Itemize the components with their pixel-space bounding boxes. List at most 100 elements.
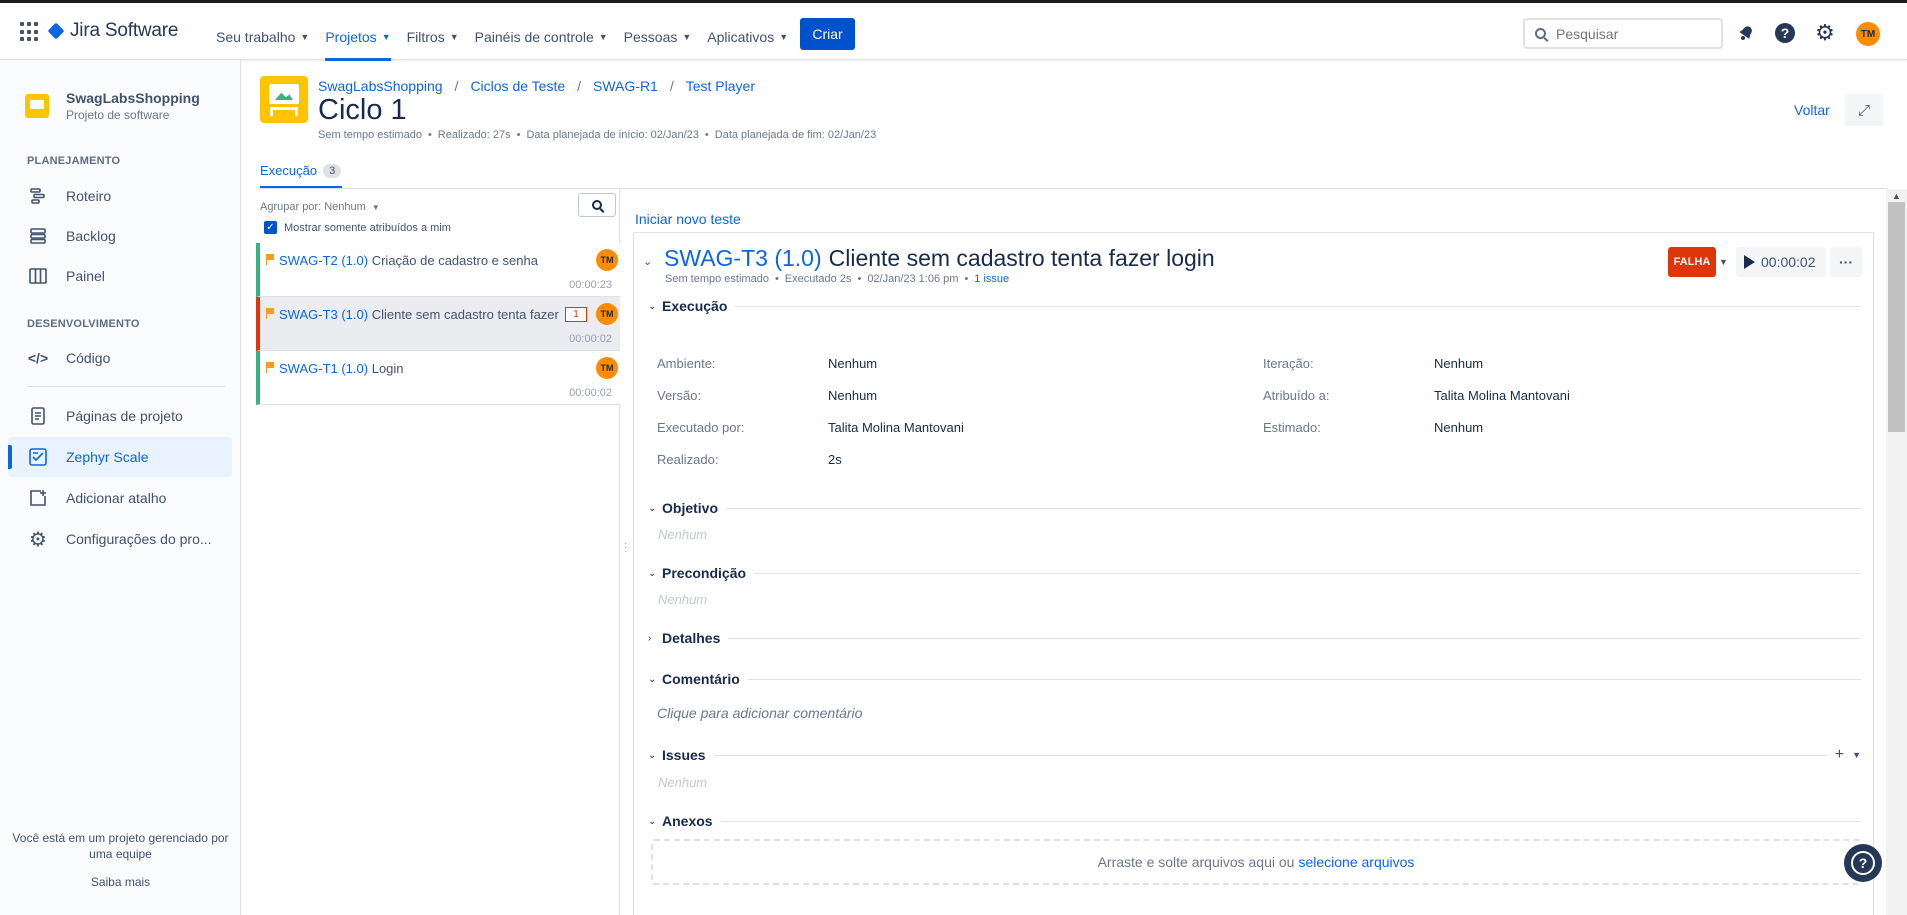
help-icon[interactable]: ?: [1774, 22, 1796, 44]
meta-estimate: Sem tempo estimado: [318, 129, 422, 141]
comment-input[interactable]: Clique para adicionar comentário: [657, 705, 862, 721]
nav-projects[interactable]: Projetos ▼: [317, 13, 398, 61]
checkbox-label: Mostrar somente atribuídos a mim: [284, 221, 451, 234]
chevron-down-icon: ▼: [779, 32, 789, 42]
sidebar-item-roadmap[interactable]: Roteiro: [8, 176, 232, 216]
field-assignee[interactable]: Talita Molina Mantovani: [1434, 388, 1570, 403]
settings-icon: ⚙: [29, 528, 47, 551]
more-actions-button[interactable]: ···: [1830, 247, 1862, 277]
chevron-down-icon[interactable]: ▼: [1852, 750, 1861, 760]
field-iteration[interactable]: Nenhum: [1434, 356, 1483, 371]
test-execution-card: ⌄ SWAG-T3 (1.0) Cliente sem cadastro ten…: [633, 232, 1874, 915]
search-input[interactable]: [1556, 25, 1706, 42]
section-issues[interactable]: ⌄ Issues + ▼: [648, 746, 1861, 764]
tab-execution[interactable]: Execução 3: [260, 163, 342, 188]
section-comment[interactable]: ⌄ Comentário: [648, 671, 1861, 687]
flag-icon: [266, 308, 274, 319]
checkbox-checked[interactable]: ✓: [264, 221, 277, 234]
list-item[interactable]: SWAG-T1 (1.0) Login TM 00:00:02: [256, 351, 620, 405]
nav-apps[interactable]: Aplicativos ▼: [699, 13, 796, 61]
section-objective[interactable]: ⌄ Objetivo: [648, 500, 1861, 516]
breadcrumb-cycle-key[interactable]: SWAG-R1: [593, 78, 658, 94]
sidebar-item-project-settings[interactable]: ⚙ Configurações do pro...: [8, 519, 232, 559]
sidebar-item-add-shortcut[interactable]: Adicionar atalho: [8, 478, 232, 518]
team-managed-note: Você está em um projeto gerenciado por u…: [12, 831, 229, 861]
start-new-test-link[interactable]: Iniciar novo teste: [635, 211, 741, 227]
test-heading: ⌄ SWAG-T3 (1.0) Cliente sem cadastro ten…: [643, 245, 1215, 272]
list-search-button[interactable]: [578, 193, 616, 217]
breadcrumb-separator: /: [669, 78, 674, 94]
select-files-link[interactable]: selecione arquivos: [1298, 854, 1414, 870]
panel-resize-handle[interactable]: · · ·: [624, 539, 627, 557]
chevron-down-icon: ▼: [449, 32, 459, 42]
jira-logo[interactable]: Jira Software: [47, 20, 179, 42]
section-execution[interactable]: ⌄ Execução: [648, 298, 1861, 314]
test-name: Criação de cadastro e senha: [371, 253, 538, 268]
meta-end-date: Data planejada de fim: 02/Jan/23: [714, 129, 877, 141]
logo-text: Jira Software: [70, 20, 179, 41]
field-executed-by[interactable]: Talita Molina Mantovani: [828, 420, 964, 435]
nav-dashboards[interactable]: Painéis de controle ▼: [467, 13, 616, 61]
code-icon: </>: [27, 350, 49, 366]
section-details[interactable]: › Detalhes: [648, 630, 1861, 646]
back-link[interactable]: Voltar: [1794, 102, 1830, 118]
pages-icon: [28, 406, 48, 426]
project-type: Projeto de software: [66, 108, 170, 122]
objective-placeholder[interactable]: Nenhum: [658, 527, 707, 542]
group-by-label: Agrupar por: Nenhum: [260, 201, 366, 213]
sidebar-item-code[interactable]: </> Código: [8, 338, 232, 378]
section-attachments[interactable]: ⌄ Anexos: [648, 813, 1861, 829]
learn-more-link[interactable]: Saiba mais: [0, 875, 241, 889]
create-button[interactable]: Criar: [800, 18, 855, 50]
scrollbar-thumb[interactable]: [1888, 202, 1905, 432]
test-key[interactable]: SWAG-T3 (1.0): [664, 245, 822, 272]
sidebar-item-project-pages[interactable]: Páginas de projeto: [8, 396, 232, 436]
app-switcher-icon[interactable]: [20, 22, 40, 42]
flag-icon: [266, 362, 274, 373]
test-title: SWAG-T2 (1.0) Criação de cadastro e senh…: [279, 253, 569, 268]
nav-people[interactable]: Pessoas ▼: [616, 13, 700, 61]
field-realized[interactable]: 2s: [828, 452, 842, 467]
chevron-down-icon[interactable]: ▼: [1719, 257, 1728, 267]
group-by-dropdown[interactable]: Agrupar por: Nenhum ▼: [260, 201, 380, 213]
section-title: Execução: [662, 298, 728, 314]
scrollbar[interactable]: ▲: [1886, 189, 1907, 915]
project-header[interactable]: SwagLabsShopping Projeto de software: [25, 90, 200, 122]
breadcrumb-project[interactable]: SwagLabsShopping: [318, 78, 443, 94]
list-item[interactable]: SWAG-T2 (1.0) Criação de cadastro e senh…: [256, 243, 620, 297]
expand-icon[interactable]: ⤢: [1845, 94, 1883, 126]
sidebar-item-zephyr-scale[interactable]: Zephyr Scale: [8, 437, 232, 477]
screen-shape: [269, 84, 299, 104]
sidebar-item-board[interactable]: Painel: [8, 256, 232, 296]
section-precondition[interactable]: ⌄ Precondição: [648, 565, 1861, 581]
status-button[interactable]: FALHA: [1668, 247, 1716, 277]
add-issue-icon[interactable]: +: [1835, 746, 1844, 764]
nav-filters[interactable]: Filtros ▼: [399, 13, 467, 61]
search-box[interactable]: [1523, 18, 1723, 49]
sidebar-item-backlog[interactable]: Backlog: [8, 216, 232, 256]
chevron-down-icon[interactable]: ⌄: [643, 255, 652, 268]
breadcrumb-test-cycles[interactable]: Ciclos de Teste: [470, 78, 565, 94]
sidebar-item-label: Roteiro: [66, 188, 112, 204]
field-estimated[interactable]: Nenhum: [1434, 420, 1483, 435]
nav-your-work[interactable]: Seu trabalho ▼: [208, 13, 317, 61]
breadcrumb-test-player[interactable]: Test Player: [686, 78, 755, 94]
field-label: Executado por:: [657, 420, 745, 435]
precondition-placeholder[interactable]: Nenhum: [658, 592, 707, 607]
chevron-down-icon: ⌄: [648, 673, 657, 685]
field-version[interactable]: Nenhum: [828, 388, 877, 403]
notifications-icon[interactable]: [1735, 22, 1757, 44]
project-sidebar: SwagLabsShopping Projeto de software PLA…: [0, 60, 241, 915]
user-avatar[interactable]: TM: [1856, 22, 1880, 46]
section-title: Comentário: [662, 671, 740, 687]
field-environment[interactable]: Nenhum: [828, 356, 877, 371]
timer-button[interactable]: 00:00:02: [1736, 247, 1826, 277]
help-button[interactable]: ?: [1844, 844, 1882, 882]
only-assigned-toggle[interactable]: ✓ Mostrar somente atribuídos a mim: [264, 221, 451, 234]
issue-link[interactable]: 1 issue: [974, 273, 1009, 285]
scroll-up-icon[interactable]: ▲: [1892, 191, 1901, 201]
list-item[interactable]: SWAG-T3 (1.0) Cliente sem cadastro tenta…: [256, 297, 620, 351]
test-name: Cliente sem cadastro tenta fazer login: [371, 307, 561, 322]
settings-gear-icon[interactable]: ⚙: [1814, 20, 1836, 45]
attachment-dropzone[interactable]: Arraste e solte arquivos aqui ou selecio…: [651, 839, 1861, 885]
